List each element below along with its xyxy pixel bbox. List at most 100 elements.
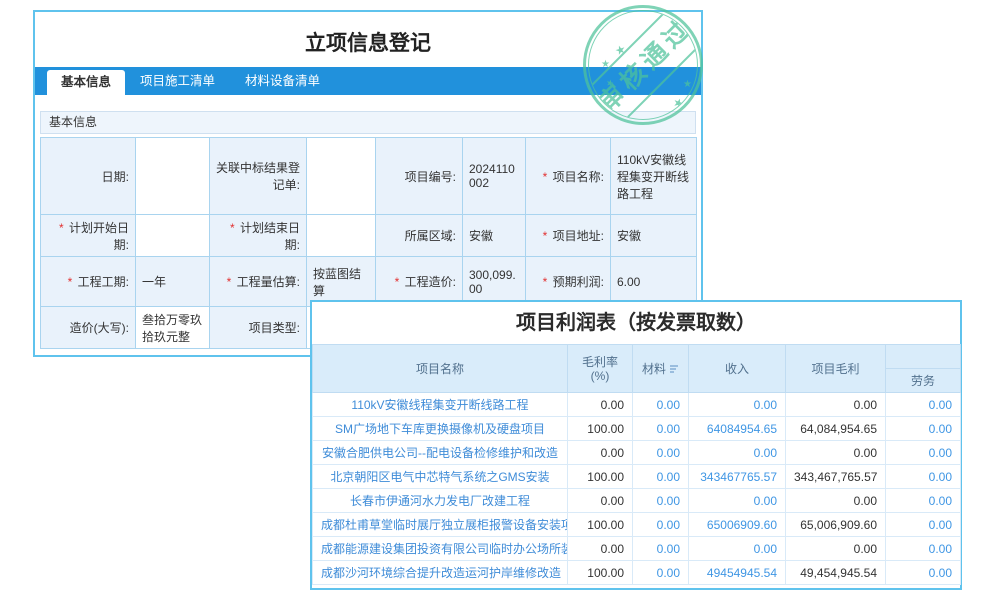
col-header-income: 收入 <box>689 345 786 393</box>
material-value: 0.00 <box>633 393 689 417</box>
gross-margin-value: 0.00 <box>568 489 633 513</box>
project-name-link[interactable]: 成都杜甫草堂临时展厅独立展柜报警设备安装项目 <box>313 513 568 537</box>
income-value: 65006909.60 <box>689 513 786 537</box>
required-mark: * <box>68 275 76 289</box>
project-name-link[interactable]: 长春市伊通河水力发电厂改建工程 <box>313 489 568 513</box>
field-value[interactable] <box>307 138 376 215</box>
project-name-link[interactable]: SM广场地下车库更换摄像机及硬盘项目 <box>313 417 568 441</box>
required-mark: * <box>543 170 551 184</box>
labor-value: 0.00 <box>886 441 961 465</box>
field-label: 项目编号: <box>376 138 463 215</box>
table-row: 110kV安徽线程集变开断线路工程0.000.000.000.000.00 <box>313 393 961 417</box>
col-header-group-empty <box>886 345 961 369</box>
income-value: 0.00 <box>689 537 786 561</box>
field-value[interactable] <box>307 215 376 257</box>
labor-value: 0.00 <box>886 537 961 561</box>
income-value: 0.00 <box>689 393 786 417</box>
labor-value: 0.00 <box>886 489 961 513</box>
field-label: 造价(大写): <box>41 307 136 349</box>
field-label: 日期: <box>41 138 136 215</box>
income-value: 0.00 <box>689 441 786 465</box>
field-value[interactable] <box>136 215 210 257</box>
field-label: * 预期利润: <box>526 257 611 307</box>
col-header-project-name: 项目名称 <box>313 345 568 393</box>
project-gross-value: 64,084,954.65 <box>786 417 886 441</box>
gross-margin-value: 100.00 <box>568 465 633 489</box>
project-gross-value: 0.00 <box>786 441 886 465</box>
required-mark: * <box>543 275 551 289</box>
field-value: 300,099.00 <box>463 257 526 307</box>
material-value: 0.00 <box>633 489 689 513</box>
gross-margin-value: 0.00 <box>568 393 633 417</box>
field-value: 6.00 <box>611 257 697 307</box>
required-mark: * <box>230 221 238 235</box>
project-gross-value: 343,467,765.57 <box>786 465 886 489</box>
project-name-link[interactable]: 北京朝阳区电气中芯特气系统之GMS安装 <box>313 465 568 489</box>
project-gross-value: 49,454,945.54 <box>786 561 886 585</box>
labor-value: 0.00 <box>886 417 961 441</box>
field-value: 安徽 <box>611 215 697 257</box>
field-label: 关联中标结果登记单: <box>210 138 307 215</box>
labor-value: 0.00 <box>886 465 961 489</box>
project-gross-value: 0.00 <box>786 537 886 561</box>
gross-margin-value: 100.00 <box>568 561 633 585</box>
material-value: 0.00 <box>633 513 689 537</box>
gross-margin-value: 0.00 <box>568 537 633 561</box>
field-label: * 项目名称: <box>526 138 611 215</box>
project-name-link[interactable]: 110kV安徽线程集变开断线路工程 <box>313 393 568 417</box>
field-label: 项目类型: <box>210 307 307 349</box>
project-name-link[interactable]: 成都能源建设集团投资有限公司临时办公场所装修改 <box>313 537 568 561</box>
required-mark: * <box>543 229 551 243</box>
field-value: 安徽 <box>463 215 526 257</box>
field-label: * 工程造价: <box>376 257 463 307</box>
field-value[interactable] <box>136 138 210 215</box>
tab-1[interactable]: 项目施工清单 <box>125 67 230 95</box>
project-gross-value: 0.00 <box>786 393 886 417</box>
field-value[interactable]: 叁拾万零玖拾玖元整 <box>136 307 210 349</box>
field-label: * 工程量估算: <box>210 257 307 307</box>
material-value: 0.00 <box>633 561 689 585</box>
income-value: 343467765.57 <box>689 465 786 489</box>
field-value: 按蓝图结算 <box>307 257 376 307</box>
table-row: 成都杜甫草堂临时展厅独立展柜报警设备安装项目100.000.0065006909… <box>313 513 961 537</box>
project-name-link[interactable]: 安徽合肥供电公司--配电设备检修维护和改造 <box>313 441 568 465</box>
material-value: 0.00 <box>633 417 689 441</box>
table-row: 成都沙河环境综合提升改造运河护岸维修改造100.000.0049454945.5… <box>313 561 961 585</box>
tab-2[interactable]: 材料设备清单 <box>230 67 335 95</box>
table-row: 成都能源建设集团投资有限公司临时办公场所装修改0.000.000.000.000… <box>313 537 961 561</box>
income-value: 49454945.54 <box>689 561 786 585</box>
field-label: * 计划开始日期: <box>41 215 136 257</box>
tab-bar: 基本信息项目施工清单材料设备清单 <box>35 67 701 95</box>
table-row: 安徽合肥供电公司--配电设备检修维护和改造0.000.000.000.000.0… <box>313 441 961 465</box>
project-name-link[interactable]: 成都沙河环境综合提升改造运河护岸维修改造 <box>313 561 568 585</box>
material-value: 0.00 <box>633 465 689 489</box>
required-mark: * <box>59 221 67 235</box>
material-value: 0.00 <box>633 537 689 561</box>
sort-icon[interactable] <box>669 363 679 377</box>
field-label: * 计划结束日期: <box>210 215 307 257</box>
income-value: 0.00 <box>689 489 786 513</box>
profit-table-title: 项目利润表（按发票取数） <box>312 302 960 344</box>
field-label: * 项目地址: <box>526 215 611 257</box>
field-label: * 工程工期: <box>41 257 136 307</box>
profit-panel: 项目利润表（按发票取数） 项目名称 毛利率 (%) 材料 收入 项目毛利 劳务 <box>310 300 962 590</box>
field-value: 2024110002 <box>463 138 526 215</box>
field-label: 所属区域: <box>376 215 463 257</box>
col-header-project-gross: 项目毛利 <box>786 345 886 393</box>
project-gross-value: 0.00 <box>786 489 886 513</box>
gross-margin-value: 100.00 <box>568 417 633 441</box>
labor-value: 0.00 <box>886 513 961 537</box>
table-row: SM广场地下车库更换摄像机及硬盘项目100.000.0064084954.656… <box>313 417 961 441</box>
section-header-basic-info: 基本信息 <box>40 111 696 134</box>
gross-margin-value: 0.00 <box>568 441 633 465</box>
labor-value: 0.00 <box>886 393 961 417</box>
income-value: 64084954.65 <box>689 417 786 441</box>
col-header-material[interactable]: 材料 <box>633 345 689 393</box>
field-value: 一年 <box>136 257 210 307</box>
project-gross-value: 65,006,909.60 <box>786 513 886 537</box>
col-header-gross-margin: 毛利率 (%) <box>568 345 633 393</box>
col-header-labor: 劳务 <box>886 369 961 393</box>
tab-0[interactable]: 基本信息 <box>47 70 125 95</box>
required-mark: * <box>395 275 403 289</box>
page-title: 立项信息登记 <box>35 27 701 57</box>
